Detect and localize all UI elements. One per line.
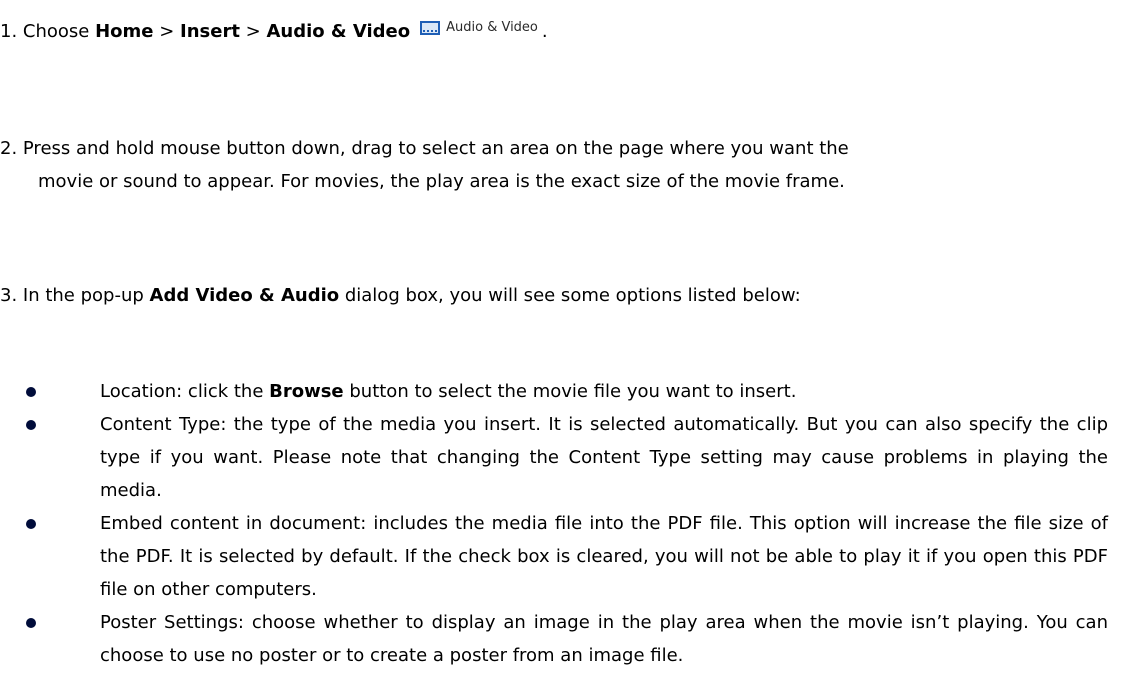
- options-list: Location: click the Browse button to sel…: [0, 375, 1108, 672]
- bullet-icon: [26, 387, 36, 397]
- option-text: Location: click the: [100, 381, 270, 402]
- step-3-text-end: dialog box, you will see some options li…: [339, 285, 801, 306]
- dialog-name: Add Video & Audio: [149, 285, 340, 306]
- bullet-icon: [26, 519, 36, 529]
- list-item: Content Type: the type of the media you …: [0, 408, 1108, 507]
- step-2-line-2: movie or sound to appear. For movies, th…: [38, 171, 845, 192]
- option-embed-content: Embed content in document: includes the …: [100, 513, 1108, 600]
- browse-term: Browse: [269, 381, 344, 402]
- document-page: 1. Choose Home > Insert > Audio & Video A…: [0, 0, 1128, 675]
- bullet-icon: [26, 618, 36, 628]
- option-content-type: Content Type: the type of the media you …: [100, 414, 1108, 501]
- menu-insert: Insert: [180, 21, 240, 42]
- menu-home: Home: [95, 21, 154, 42]
- step-3: 3. In the pop-up Add Video & Audio dialo…: [0, 279, 1108, 312]
- step-3-text: 3. In the pop-up: [0, 285, 150, 306]
- step-1-text: 1. Choose: [0, 21, 96, 42]
- option-poster-settings: Poster Settings: choose whether to displ…: [100, 612, 1108, 666]
- list-item: Location: click the Browse button to sel…: [0, 375, 1108, 408]
- list-item: Embed content in document: includes the …: [0, 507, 1108, 606]
- film-icon: [420, 21, 441, 35]
- step-2: 2. Press and hold mouse button down, dra…: [0, 132, 1108, 198]
- audio-video-button-image: Audio & Video: [416, 18, 542, 38]
- separator: >: [153, 21, 181, 42]
- menu-audio-video: Audio & Video: [266, 21, 411, 42]
- step-1: 1. Choose Home > Insert > Audio & Video A…: [0, 15, 1108, 48]
- option-location: Location: click the Browse button to sel…: [100, 375, 1108, 408]
- audio-video-button-label: Audio & Video: [446, 20, 538, 35]
- option-text: button to select the movie file you want…: [343, 381, 797, 402]
- step-1-period: .: [541, 21, 548, 42]
- step-2-line-1: 2. Press and hold mouse button down, dra…: [0, 138, 849, 159]
- separator: >: [239, 21, 267, 42]
- bullet-icon: [26, 420, 36, 430]
- list-item: Poster Settings: choose whether to displ…: [0, 606, 1108, 672]
